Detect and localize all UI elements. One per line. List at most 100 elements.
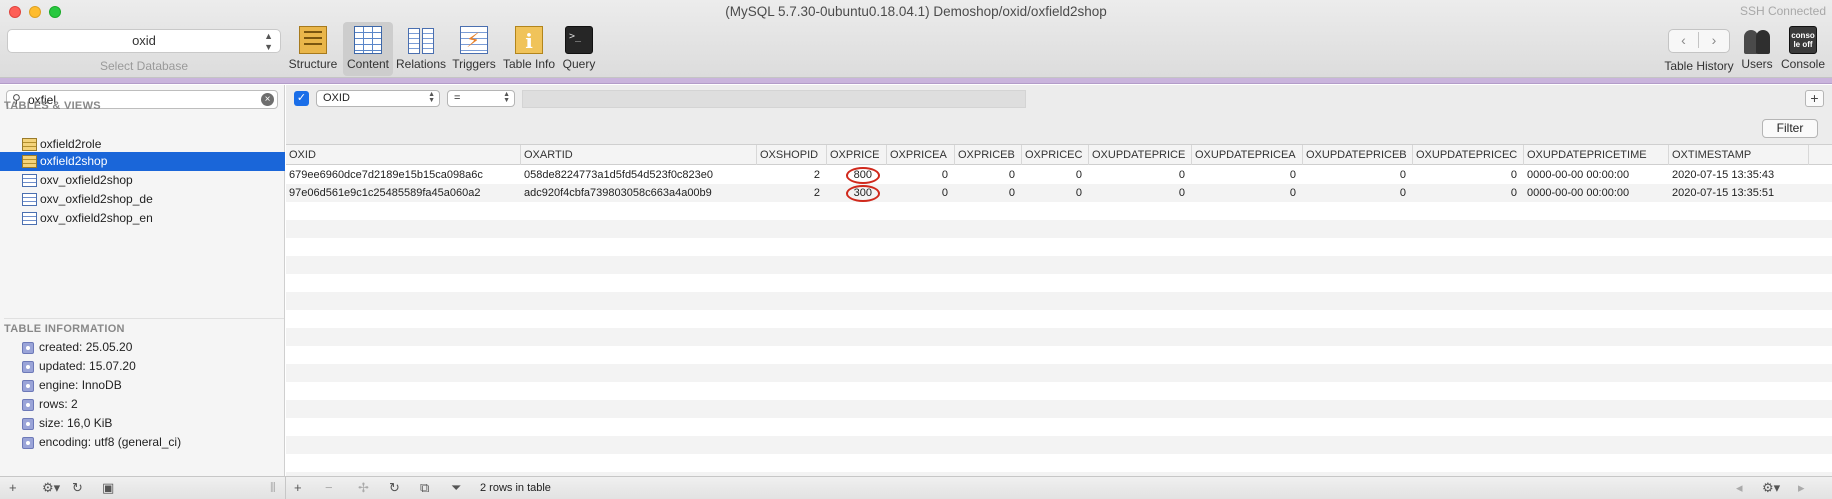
column-header[interactable]: OXPRICE: [827, 145, 887, 165]
history-forward-icon[interactable]: ›: [1699, 32, 1729, 48]
cell-oxtimestamp[interactable]: 2020-07-15 13:35:43: [1669, 166, 1809, 184]
cell-oxartid[interactable]: adc920f4cbfa739803058c663a4a00b9: [521, 184, 757, 202]
cell-oxpricec[interactable]: 0: [1022, 166, 1089, 184]
relations-icon: [407, 26, 435, 54]
archive-icon[interactable]: ▣: [102, 480, 114, 496]
database-select-caption: Select Database: [99, 59, 189, 73]
table-history-button[interactable]: Table History: [1662, 59, 1736, 77]
price-highlight: 800: [845, 167, 880, 184]
updown-arrows-icon: ▲ ▼: [503, 91, 510, 104]
cell-oxupdatepricea[interactable]: 0: [1192, 184, 1303, 202]
column-header[interactable]: OXID: [286, 145, 521, 165]
cell-oxprice[interactable]: 800: [827, 166, 887, 184]
sidebar-view-oxv_oxfield2shop_de[interactable]: oxv_oxfield2shop_de: [0, 190, 285, 209]
column-header[interactable]: OXUPDATEPRICEC: [1413, 145, 1524, 165]
sidebar-divider: [285, 477, 286, 499]
cell-oxid[interactable]: 679ee6960dce7d2189e15b15ca098a6c: [286, 166, 521, 184]
filter-operator-select[interactable]: = ▲ ▼: [447, 90, 515, 107]
cell-oxpricea[interactable]: 0: [887, 166, 955, 184]
filter-funnel-icon[interactable]: ⏷: [451, 480, 461, 496]
database-select[interactable]: oxid ▲ ▼: [7, 29, 281, 53]
filter-button[interactable]: Filter: [1762, 119, 1818, 138]
cell-oxupdatepricetime[interactable]: 0000-00-00 00:00:00: [1524, 184, 1669, 202]
column-header[interactable]: OXSHOPID: [757, 145, 827, 165]
cell-oxupdatepriceb[interactable]: 0: [1303, 166, 1413, 184]
refresh-table-icon[interactable]: ↻: [389, 480, 400, 496]
content-pane: ✓ OXID ▲ ▼ = ▲ ▼ + Filter OXID OXARTID OXS…: [286, 85, 1832, 476]
resize-handle-icon[interactable]: ⦀: [270, 480, 276, 496]
column-header[interactable]: OXUPDATEPRICEB: [1303, 145, 1413, 165]
cell-oxpricec[interactable]: 0: [1022, 184, 1089, 202]
cell-oxid[interactable]: 97e06d561e9c1c25485589fa45a060a2: [286, 184, 521, 202]
table-row[interactable]: 97e06d561e9c1c25485589fa45a060a2 adc920f…: [286, 184, 1832, 202]
table-name: oxv_oxfield2shop: [40, 173, 133, 187]
price-highlight: 300: [845, 185, 880, 202]
refresh-icon[interactable]: ↻: [72, 480, 83, 496]
info-bullet-icon: [22, 342, 34, 354]
info-bullet-icon: [22, 399, 34, 411]
cell-oxshopid[interactable]: 2: [757, 166, 827, 184]
cell-oxpriceb[interactable]: 0: [955, 166, 1022, 184]
structure-button[interactable]: Structure: [286, 22, 340, 76]
add-filter-button[interactable]: +: [1805, 90, 1824, 107]
cell-oxartid[interactable]: 058de8224773a1d5fd54d523f0c823e0: [521, 166, 757, 184]
table-info-label: Table Info: [502, 57, 556, 71]
filter-enabled-checkbox[interactable]: ✓: [294, 91, 309, 106]
sidebar-table-oxfield2shop[interactable]: oxfield2shop: [0, 152, 285, 171]
cell-oxupdatepricetime[interactable]: 0000-00-00 00:00:00: [1524, 166, 1669, 184]
window-toolbar: (MySQL 5.7.30-0ubuntu0.18.04.1) Demoshop…: [0, 0, 1832, 78]
add-table-icon[interactable]: +: [9, 480, 17, 495]
clear-search-icon[interactable]: ×: [261, 93, 274, 106]
query-button[interactable]: Query: [561, 22, 597, 76]
history-back-icon[interactable]: ‹: [1669, 32, 1699, 48]
console-button[interactable]: conso le off Console: [1780, 22, 1826, 76]
column-header[interactable]: OXUPDATEPRICETIME: [1524, 145, 1669, 165]
triggers-button[interactable]: Triggers: [449, 22, 499, 76]
column-header[interactable]: OXUPDATEPRICEA: [1192, 145, 1303, 165]
table-name: oxfield2shop: [40, 154, 108, 168]
cell-oxshopid[interactable]: 2: [757, 184, 827, 202]
info-created: created: 25.05.20: [0, 338, 285, 357]
grid-body: 679ee6960dce7d2189e15b15ca098a6c 058de82…: [286, 166, 1832, 476]
info-bullet-icon: [22, 437, 34, 449]
cell-oxupdatepriceb[interactable]: 0: [1303, 184, 1413, 202]
cell-oxprice[interactable]: 300: [827, 184, 887, 202]
column-header[interactable]: OXUPDATEPRICE: [1089, 145, 1192, 165]
column-header[interactable]: OXARTID: [521, 145, 757, 165]
filter-field-select[interactable]: OXID ▲ ▼: [316, 90, 440, 107]
column-header[interactable]: OXPRICEA: [887, 145, 955, 165]
users-button[interactable]: Users: [1740, 22, 1774, 76]
view-icon: [22, 212, 37, 225]
cell-oxupdateprice[interactable]: 0: [1089, 184, 1192, 202]
relations-label: Relations: [395, 57, 447, 71]
add-row-icon[interactable]: +: [294, 480, 302, 495]
column-header[interactable]: OXTIMESTAMP: [1669, 145, 1809, 165]
content-button[interactable]: Content: [343, 22, 393, 76]
previous-page-icon[interactable]: ◂: [1736, 480, 1743, 496]
sidebar-view-oxv_oxfield2shop_en[interactable]: oxv_oxfield2shop_en: [0, 209, 285, 228]
table-gear-icon[interactable]: ⚙▾: [1762, 480, 1780, 496]
column-header[interactable]: OXPRICEC: [1022, 145, 1089, 165]
cell-oxpriceb[interactable]: 0: [955, 184, 1022, 202]
column-header[interactable]: OXPRICEB: [955, 145, 1022, 165]
next-page-icon[interactable]: ▸: [1798, 480, 1805, 496]
cell-oxpricea[interactable]: 0: [887, 184, 955, 202]
relations-button[interactable]: Relations: [395, 22, 447, 76]
delete-row-icon[interactable]: −: [325, 480, 333, 495]
cell-oxupdatepricec[interactable]: 0: [1413, 184, 1524, 202]
structure-label: Structure: [288, 57, 338, 71]
cell-oxupdatepricea[interactable]: 0: [1192, 166, 1303, 184]
table-info-button[interactable]: Table Info: [502, 22, 556, 76]
filter-value-input[interactable]: [522, 90, 1026, 108]
cell-oxupdatepricec[interactable]: 0: [1413, 166, 1524, 184]
table-icon: [22, 138, 37, 151]
table-information-heading: TABLE INFORMATION: [4, 318, 284, 335]
table-row[interactable]: 679ee6960dce7d2189e15b15ca098a6c 058de82…: [286, 166, 1832, 184]
table-history-label: Table History: [1664, 59, 1734, 73]
duplicate-row-icon[interactable]: ✢: [358, 480, 369, 496]
sidebar-view-oxv_oxfield2shop[interactable]: oxv_oxfield2shop: [0, 171, 285, 190]
pagination-icon[interactable]: ⧉: [420, 480, 429, 496]
gear-icon[interactable]: ⚙▾: [42, 480, 60, 496]
cell-oxtimestamp[interactable]: 2020-07-15 13:35:51: [1669, 184, 1809, 202]
cell-oxupdateprice[interactable]: 0: [1089, 166, 1192, 184]
